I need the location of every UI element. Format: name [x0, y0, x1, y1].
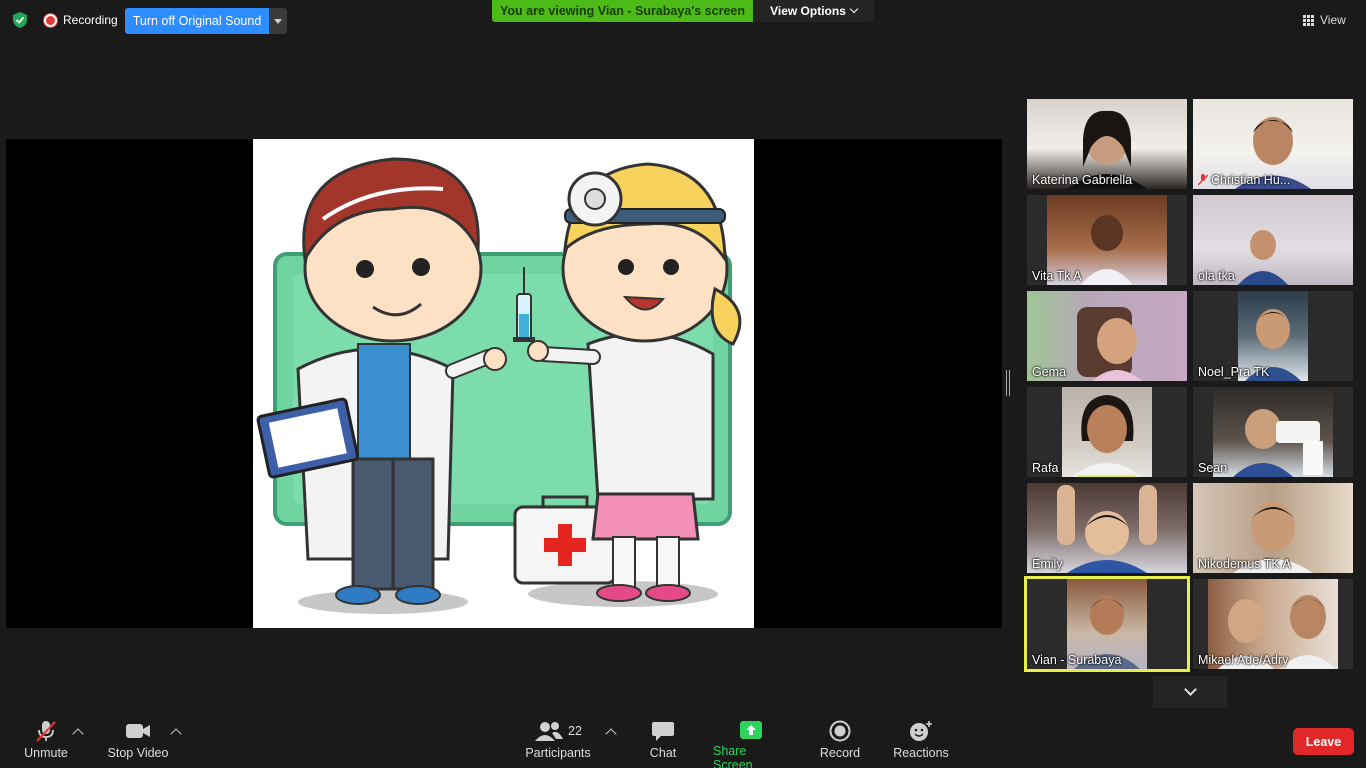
participant-name: Noel_Pra TK	[1198, 365, 1270, 379]
unmute-button[interactable]: Unmute	[20, 720, 72, 766]
participant-video-frame	[1081, 215, 1133, 285]
chevron-down-icon	[1183, 683, 1197, 696]
gallery-grid-icon	[1303, 14, 1314, 26]
participant-name-label: Christian Hu...	[1211, 173, 1291, 187]
participant-video-frame	[1057, 485, 1157, 573]
participant-tile[interactable]: Gema	[1027, 291, 1187, 381]
participant-name: Sean	[1198, 461, 1228, 475]
participant-name: Emily	[1032, 557, 1063, 571]
unmute-label: Unmute	[24, 746, 68, 760]
video-camera-icon	[126, 724, 150, 738]
recording-dot-icon	[44, 13, 57, 27]
participant-tile-active-speaker[interactable]: Vian - Surabaya	[1024, 576, 1190, 672]
viewing-screen-banner: You are viewing Vian - Surabaya's screen	[492, 0, 753, 22]
encryption-shield-icon[interactable]	[11, 11, 29, 29]
recording-indicator[interactable]: Recording	[44, 10, 118, 30]
participant-name: Mikael Ade/Adry	[1198, 653, 1289, 667]
leave-meeting-button[interactable]: Leave	[1293, 728, 1354, 755]
record-label: Record	[819, 746, 861, 760]
shared-screen-area[interactable]	[6, 139, 1002, 628]
participant-name: Christian Hu...	[1198, 173, 1290, 187]
view-label: View	[1320, 13, 1346, 27]
shared-doctor-illustration	[253, 139, 754, 628]
participant-name: Vian - Surabaya	[1032, 653, 1122, 667]
share-screen-button[interactable]: Share Screen	[713, 720, 789, 768]
reactions-label: Reactions	[893, 746, 949, 760]
recording-label: Recording	[63, 13, 118, 27]
participant-name: Gema	[1032, 365, 1067, 379]
participant-tile[interactable]: ola tka	[1193, 195, 1353, 285]
participant-video-frame	[1238, 230, 1288, 285]
audio-level-bar	[1078, 475, 1136, 477]
participant-tile[interactable]: Christian Hu...	[1193, 99, 1353, 189]
view-options-label: View Options	[770, 4, 846, 18]
stop-video-label: Stop Video	[107, 746, 169, 760]
participant-tile[interactable]: Rafa	[1027, 387, 1187, 477]
participant-name: Nikodemus TK A	[1198, 557, 1291, 571]
participant-tile[interactable]: Noel_Pra TK	[1193, 291, 1353, 381]
audio-options-chevron-icon[interactable]	[72, 728, 84, 740]
muted-mic-icon	[36, 721, 56, 742]
participant-tile[interactable]: Nikodemus TK A	[1193, 483, 1353, 573]
participant-name: Rafa	[1032, 461, 1059, 475]
participant-video-frame	[1233, 409, 1323, 477]
view-options-button[interactable]: View Options	[753, 0, 874, 22]
participants-count: 22	[568, 724, 582, 738]
meeting-toolbar: Unmute Stop Video 22 Participants Chat S…	[0, 712, 1366, 768]
zoom-meeting-window: Recording Turn off Original Sound You ar…	[0, 0, 1366, 768]
participants-options-chevron-icon[interactable]	[605, 728, 617, 740]
record-icon	[829, 720, 851, 742]
original-sound-dropdown-button[interactable]	[269, 8, 287, 34]
share-screen-icon	[740, 721, 762, 739]
reactions-emoji-icon	[910, 721, 932, 741]
video-options-chevron-icon[interactable]	[170, 728, 182, 740]
participants-button[interactable]: 22 Participants	[525, 720, 591, 766]
turn-off-original-sound-button[interactable]: Turn off Original Sound	[125, 8, 269, 34]
participant-tile[interactable]: Mikael Ade/Adry	[1193, 579, 1353, 669]
record-button[interactable]: Record	[818, 720, 862, 766]
participants-label: Participants	[525, 746, 591, 760]
participants-icon	[535, 722, 564, 741]
participant-tile[interactable]: Sean	[1193, 387, 1353, 477]
participant-tile[interactable]: Katerina Gabriella	[1027, 99, 1187, 189]
participant-tile[interactable]: Emily	[1027, 483, 1187, 573]
participant-name: Vita Tk A	[1032, 269, 1082, 283]
participant-tile[interactable]: Vita Tk A	[1027, 195, 1187, 285]
participant-name: Katerina Gabriella	[1032, 173, 1133, 187]
view-button[interactable]: View	[1303, 10, 1346, 30]
participant-video-frame	[1072, 395, 1142, 477]
panel-resize-handle[interactable]	[1006, 370, 1010, 396]
reactions-button[interactable]: Reactions	[892, 720, 950, 766]
participant-name: ola tka	[1198, 269, 1235, 283]
chat-label: Chat	[649, 746, 677, 760]
chat-icon	[652, 722, 674, 741]
chat-button[interactable]: Chat	[646, 720, 680, 766]
stop-video-button[interactable]: Stop Video	[106, 720, 170, 766]
participant-video-frame	[1077, 307, 1142, 381]
muted-mic-icon	[1198, 174, 1208, 186]
chevron-down-icon	[849, 4, 859, 14]
gallery-next-page-button[interactable]	[1153, 676, 1227, 708]
share-screen-label: Share Screen	[713, 744, 753, 768]
